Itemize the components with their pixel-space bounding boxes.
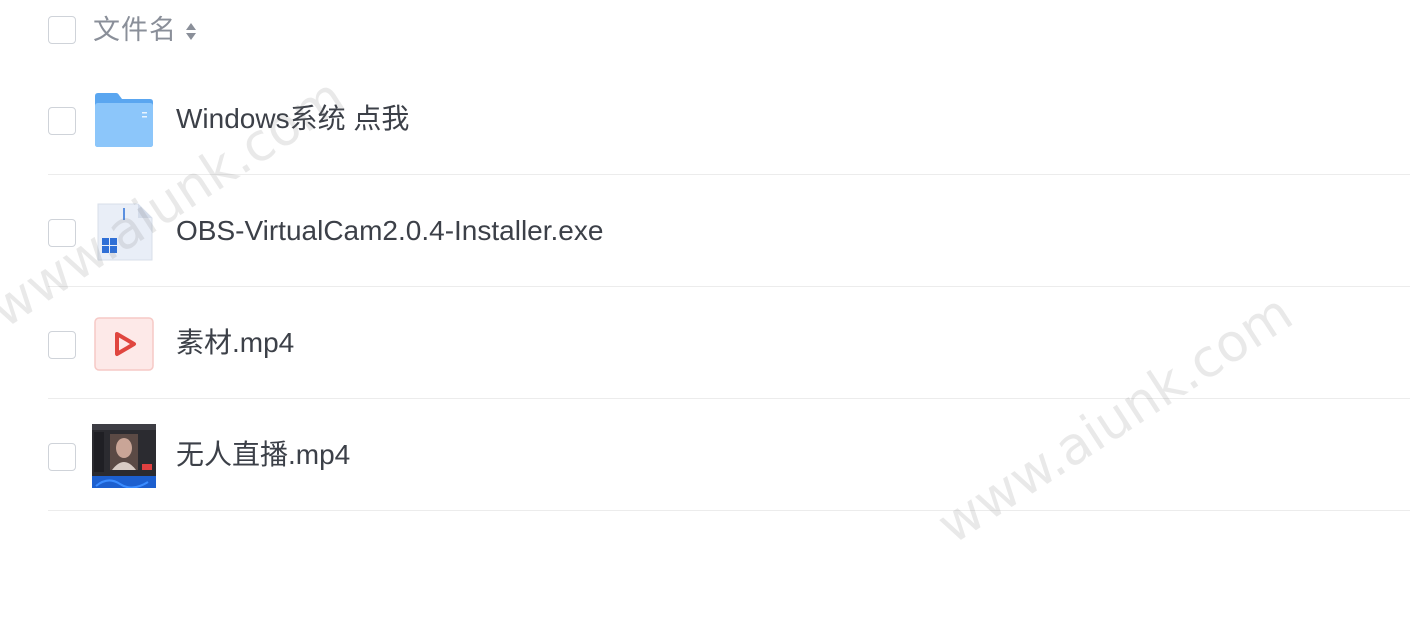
file-row[interactable]: 素材.mp4: [48, 287, 1410, 399]
video-file-icon: [94, 317, 154, 371]
sort-updown-icon[interactable]: [184, 19, 198, 43]
row-checkbox[interactable]: [48, 107, 76, 135]
exe-file-icon: [97, 203, 153, 261]
file-row[interactable]: OBS-VirtualCam2.0.4-Installer.exe: [48, 175, 1410, 287]
row-checkbox[interactable]: [48, 331, 76, 359]
row-checkbox[interactable]: [48, 443, 76, 471]
file-list-header: 文件名: [0, 0, 1410, 62]
select-all-checkbox[interactable]: [48, 16, 76, 44]
filename-column-header[interactable]: 文件名: [93, 14, 177, 46]
file-name[interactable]: OBS-VirtualCam2.0.4-Installer.exe: [176, 213, 603, 249]
file-name[interactable]: Windows系统 点我: [176, 101, 409, 137]
file-row[interactable]: 无人直播.mp4: [48, 399, 1410, 511]
folder-icon: [95, 93, 153, 147]
file-list-page: 文件名 Windows系统 点我 OBS-VirtualCam2.0.4-Ins…: [0, 0, 1410, 626]
row-checkbox[interactable]: [48, 219, 76, 247]
file-row[interactable]: Windows系统 点我: [48, 63, 1410, 175]
file-name[interactable]: 无人直播.mp4: [176, 437, 350, 473]
file-name[interactable]: 素材.mp4: [176, 325, 294, 361]
video-thumbnail-icon: [92, 424, 156, 488]
